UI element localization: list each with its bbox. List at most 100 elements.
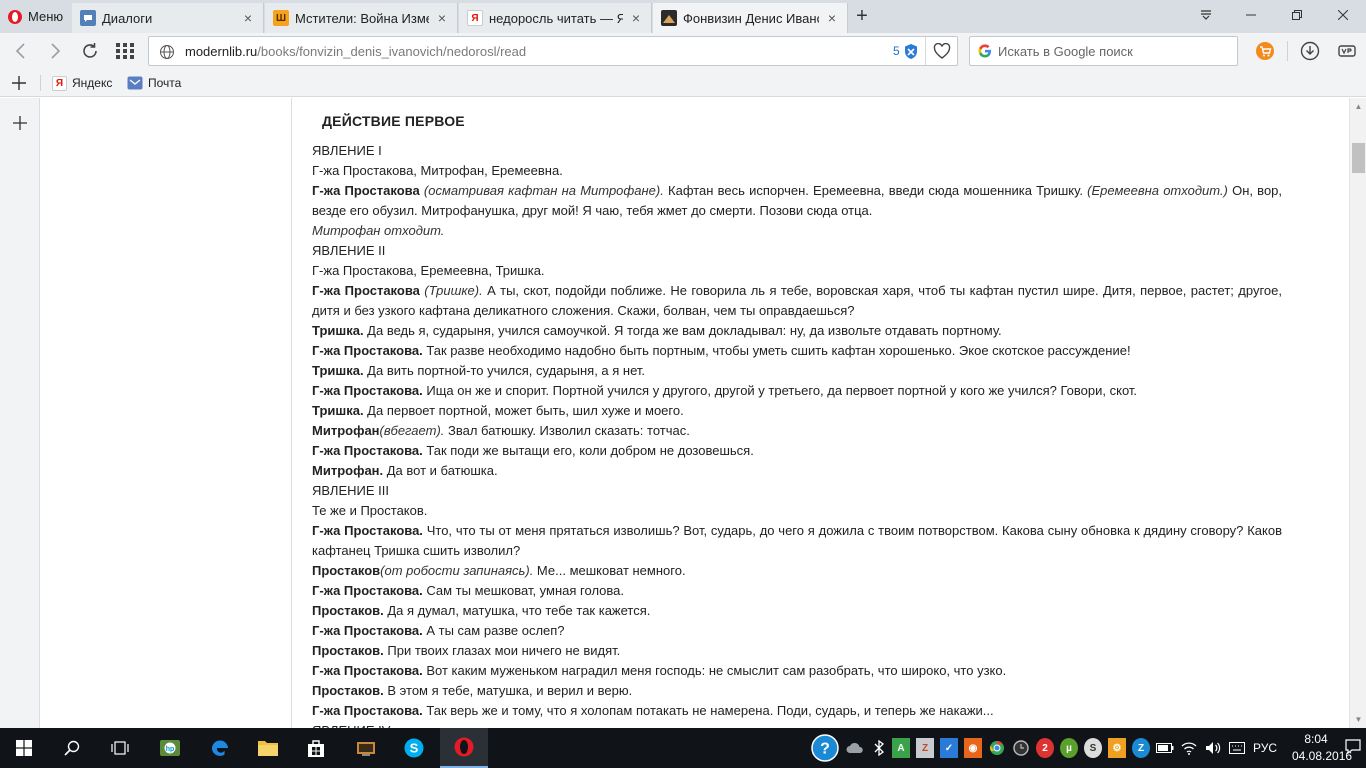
- close-icon[interactable]: ×: [629, 11, 643, 25]
- scroll-up-arrow-icon[interactable]: ▲: [1350, 98, 1366, 115]
- search-button[interactable]: [48, 728, 96, 768]
- new-tab-button[interactable]: +: [852, 5, 872, 27]
- taskbar-app[interactable]: [342, 728, 390, 768]
- search-box[interactable]: Искать в Google поиск: [969, 36, 1238, 66]
- address-bar[interactable]: modernlib.ru/books/fonvizin_denis_ivanov…: [148, 36, 958, 66]
- text-line: Г-жа Простакова, Еремеевна, Тришка.: [312, 261, 1282, 281]
- taskbar-edge[interactable]: [196, 728, 244, 768]
- speaker-name: Г-жа Простакова.: [312, 443, 423, 458]
- sidebar-add-button[interactable]: [9, 112, 31, 134]
- svg-text:hp: hp: [166, 746, 175, 753]
- bluetooth-icon[interactable]: [870, 738, 888, 758]
- forward-button[interactable]: [42, 37, 70, 65]
- stage-direction: (осматривая кафтан на Митрофане).: [423, 183, 664, 198]
- clock-app-icon[interactable]: [1012, 738, 1030, 758]
- taskbar-file-explorer[interactable]: [244, 728, 292, 768]
- battery-icon[interactable]: [1156, 738, 1174, 758]
- taskbar-skype[interactable]: S: [390, 728, 438, 768]
- bookmark-yandex[interactable]: Я Яндекс: [52, 74, 112, 92]
- navigation-toolbar: modernlib.ru/books/fonvizin_denis_ivanov…: [0, 33, 1366, 69]
- reload-button[interactable]: [76, 37, 104, 65]
- system-clock[interactable]: 8:04 04.08.2016: [1292, 731, 1352, 765]
- taskbar-opera[interactable]: [440, 728, 488, 768]
- minimize-button[interactable]: [1228, 0, 1274, 30]
- speaker-name: Митрофан: [312, 423, 380, 438]
- tab-dialogs[interactable]: Диалоги ×: [72, 3, 264, 33]
- speaker-name: Митрофан.: [312, 463, 384, 478]
- help-icon[interactable]: ?: [811, 734, 839, 762]
- close-icon[interactable]: ×: [435, 11, 449, 25]
- close-window-icon: [1338, 10, 1348, 20]
- zona-icon[interactable]: Z: [1132, 738, 1150, 758]
- bookmark-mail[interactable]: Почта: [127, 74, 181, 92]
- action-center-button[interactable]: [1344, 738, 1364, 758]
- taskbar-hp-app[interactable]: hp: [146, 728, 194, 768]
- text-line: Тришка. Да первоет портной, может быть, …: [312, 401, 1282, 421]
- steam-icon[interactable]: S: [1084, 738, 1102, 758]
- tab-yandex-search[interactable]: Я недоросль читать — Яндекс ×: [459, 3, 652, 33]
- windows-logo-icon: [16, 740, 32, 756]
- keyboard-icon[interactable]: [1228, 738, 1246, 758]
- tab-title: Мстители: Война Измерений: [295, 10, 429, 26]
- text-line: Г-жа Простакова (Тришке). А ты, скот, по…: [312, 281, 1282, 321]
- back-button[interactable]: [6, 37, 34, 65]
- utorrent-icon[interactable]: µ: [1060, 738, 1078, 758]
- url-path: /books/fonvizin_denis_ivanovich/nedorosl…: [257, 43, 527, 59]
- restore-button[interactable]: [1274, 0, 1320, 30]
- windows-taskbar: hp S ? A Z ✓ ◉ 2 µ S ⚙ Z РУС 8:04 04.08.…: [0, 728, 1366, 768]
- cart-extension-button[interactable]: [1251, 37, 1279, 65]
- line-text: Да я думал, матушка, что тебе так кажетс…: [383, 603, 651, 618]
- shield-icon[interactable]: [903, 43, 919, 60]
- taskbar-store[interactable]: [292, 728, 340, 768]
- scroll-down-arrow-icon[interactable]: ▼: [1350, 711, 1366, 728]
- rss-icon[interactable]: ◉: [964, 738, 982, 758]
- text-line: Г-жа Простакова. Ища он же и спорит. Пор…: [312, 381, 1282, 401]
- tab-avengers[interactable]: Ш Мстители: Война Измерений ×: [265, 3, 458, 33]
- text-line: Простаков. При твоих глазах мои ничего н…: [312, 641, 1282, 661]
- add-bookmark-button[interactable]: [12, 74, 26, 92]
- globe-icon[interactable]: [159, 44, 175, 60]
- opera-logo-icon: [8, 9, 22, 24]
- close-icon[interactable]: ×: [825, 11, 839, 25]
- divider: [1287, 41, 1288, 61]
- heart-icon[interactable]: [933, 43, 951, 59]
- opera-menu-button[interactable]: Меню: [0, 0, 72, 33]
- speed-dial-button[interactable]: [111, 37, 139, 65]
- chrome-icon[interactable]: [988, 738, 1006, 758]
- speaker-name: Тришка.: [312, 403, 364, 418]
- tab-fonvizin[interactable]: Фонвизин Денис Иванович ×: [653, 3, 848, 33]
- close-window-button[interactable]: [1320, 0, 1366, 30]
- start-button[interactable]: [0, 728, 48, 768]
- text-line: Митрофан отходит.: [312, 221, 1282, 241]
- store-icon: [308, 740, 324, 757]
- speaker-name: Простаков.: [312, 643, 384, 658]
- input-language[interactable]: РУС: [1253, 728, 1277, 768]
- wifi-icon[interactable]: [1180, 738, 1198, 758]
- line-text: Да первоет портной, может быть, шил хуже…: [363, 403, 684, 418]
- stage-direction: (Еремеевна отходит.): [1087, 183, 1228, 198]
- line-text: Да вот и батюшка.: [383, 463, 498, 478]
- tool-app-icon[interactable]: Z: [916, 738, 934, 758]
- close-icon[interactable]: ×: [241, 11, 255, 25]
- downloads-button[interactable]: [1296, 37, 1324, 65]
- bookmark-label: Яндекс: [72, 76, 113, 90]
- green-app-icon[interactable]: A: [892, 738, 910, 758]
- page-scrollbar[interactable]: ▲ ▼: [1349, 98, 1366, 728]
- sync-app-icon[interactable]: ✓: [940, 738, 958, 758]
- tab-menu-button[interactable]: [1183, 0, 1229, 30]
- scroll-thumb[interactable]: [1352, 143, 1365, 173]
- line-text: Г-жа Простакова, Еремеевна, Тришка.: [312, 263, 545, 278]
- notification-app-icon[interactable]: 2: [1036, 738, 1054, 758]
- cloud-icon[interactable]: [846, 738, 864, 758]
- line-text: Кафтан весь испорчен. Еремеевна, введи с…: [663, 183, 1088, 198]
- archive-app-icon[interactable]: ⚙: [1108, 738, 1126, 758]
- column-divider: [291, 98, 292, 728]
- volume-icon[interactable]: [1204, 738, 1222, 758]
- task-view-button[interactable]: [96, 728, 144, 768]
- comics-icon: Ш: [273, 10, 289, 26]
- vpn-button[interactable]: [1333, 37, 1361, 65]
- stage-direction: Митрофан отходит.: [312, 223, 445, 238]
- opera-sidebar: [0, 98, 40, 728]
- text-line: Г-жа Простакова. Что, что ты от меня пря…: [312, 521, 1282, 561]
- url-text[interactable]: modernlib.ru/books/fonvizin_denis_ivanov…: [185, 44, 526, 59]
